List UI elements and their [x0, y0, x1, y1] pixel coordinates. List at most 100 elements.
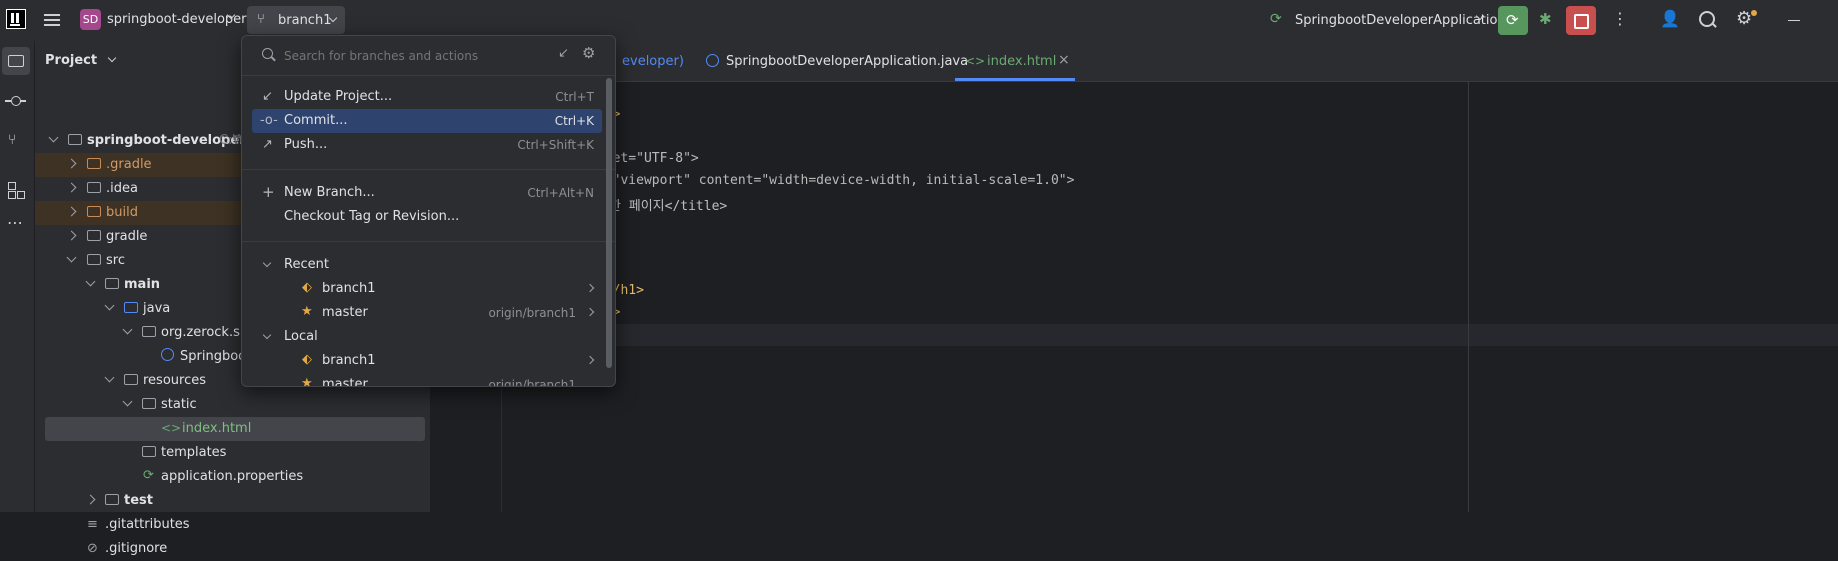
local-branch-branch1[interactable]: ⬖ branch1 [252, 349, 602, 373]
spring-class-icon [161, 348, 174, 361]
pull-requests-tool-button[interactable]: ⑂ [2, 127, 30, 155]
gear-icon[interactable]: ⚙ [582, 44, 595, 62]
structure-tool-button[interactable] [2, 176, 30, 204]
tree-item-gitignore[interactable]: ⊘ .gitignore [35, 537, 430, 561]
debug-button[interactable]: ✱ [1536, 9, 1558, 31]
branch-tag-icon: ⬖ [302, 280, 312, 295]
rerun-button[interactable]: ⟳ [1498, 6, 1528, 35]
code-line: e="viewport" content="width=device-width… [597, 173, 1075, 188]
tracking-branch: origin/branch1 [488, 378, 576, 387]
project-switcher[interactable]: SD springboot-developer [80, 9, 247, 32]
tab-label[interactable]: eveloper) [622, 54, 684, 69]
add-user-icon[interactable]: 👤 [1660, 9, 1680, 28]
tracking-branch: origin/branch1 [488, 306, 576, 320]
recent-branch-branch1[interactable]: ⬖ branch1 [252, 277, 602, 301]
tree-item-gitattributes[interactable]: ≡ .gitattributes [35, 513, 430, 537]
properties-file-icon: ⟳ [143, 468, 154, 483]
project-tool-button[interactable] [2, 47, 30, 75]
resources-folder-icon [124, 374, 138, 385]
tab-application-java[interactable]: SpringbootDeveloperApplication.java [706, 41, 968, 81]
star-icon: ★ [301, 304, 313, 319]
tree-item-index-html[interactable]: <> index.html [45, 417, 425, 441]
popup-search-bar[interactable]: ↙ ⚙ [242, 36, 615, 74]
tree-item-label: src [106, 253, 125, 268]
html-file-icon: <> [161, 421, 182, 435]
pull-request-icon: ⑂ [8, 132, 17, 148]
chevron-right-icon [585, 283, 595, 293]
group-label: Local [284, 329, 318, 344]
folder-icon [87, 230, 101, 241]
stop-button[interactable] [1566, 6, 1596, 35]
menu-item-shortcut: Ctrl+T [555, 90, 594, 104]
branch-tag-icon: ⬖ [302, 352, 312, 367]
spring-class-icon [706, 54, 719, 67]
git-branch-icon: ⑂ [257, 12, 265, 27]
menu-item-label: Update Project... [284, 89, 393, 104]
bug-icon: ✱ [1539, 10, 1552, 28]
recent-group-header[interactable]: Recent [252, 253, 602, 277]
branch-label: master [322, 305, 368, 320]
editor-area[interactable] [431, 41, 1838, 512]
run-config-selector[interactable]: ⟳ SpringbootDeveloperApplication [1270, 9, 1506, 32]
chevron-down-icon [122, 396, 133, 407]
stop-icon [1574, 14, 1589, 29]
menu-item-label: Checkout Tag or Revision... [284, 209, 460, 224]
new-branch-item[interactable]: + New Branch... Ctrl+Alt+N [252, 181, 602, 205]
chevron-right-icon [585, 355, 595, 365]
chevron-down-icon [104, 300, 115, 311]
chevron-down-icon [122, 324, 133, 335]
collapse-icon[interactable]: ↙ [558, 46, 569, 61]
tree-item-static[interactable]: static [35, 393, 430, 417]
update-project-item[interactable]: ↙ Update Project... Ctrl+T [252, 85, 602, 109]
tree-item-application-properties[interactable]: ⟳ application.properties [35, 465, 430, 489]
spring-boot-icon: ⟳ [1270, 11, 1282, 27]
right-margin-guide [1468, 81, 1469, 512]
branch-widget[interactable]: ⑂ branch1 [247, 6, 345, 34]
ignore-file-icon: ⊘ [87, 541, 98, 556]
tree-item-label: .gitattributes [105, 517, 190, 532]
tree-item-label: .idea [106, 181, 138, 196]
branch-label: master [322, 377, 368, 387]
menu-item-shortcut: Ctrl+K [554, 114, 594, 128]
menu-item-label: Commit... [284, 113, 348, 128]
tree-item-label: .gradle [106, 157, 152, 172]
branch-search-input[interactable] [282, 46, 546, 66]
tool-window-strip: ⑂ ⋯ [0, 41, 35, 512]
menu-item-shortcut: Ctrl+Shift+K [517, 138, 594, 152]
chevron-right-icon [66, 206, 77, 217]
minimize-icon[interactable] [1788, 20, 1800, 21]
tab-index-html[interactable]: <> index.html × [955, 41, 1075, 81]
branch-label: branch1 [322, 353, 376, 368]
search-icon[interactable] [1699, 11, 1717, 28]
tree-item-label: test [124, 493, 153, 508]
tab-label: SpringbootDeveloperApplication.java [726, 54, 969, 69]
checkout-tag-item[interactable]: Checkout Tag or Revision... [252, 205, 602, 229]
commit-tool-button[interactable] [2, 87, 30, 115]
tree-item-templates[interactable]: templates [35, 441, 430, 465]
menu-item-shortcut: Ctrl+Alt+N [527, 186, 594, 200]
menu-item-label: New Branch... [284, 185, 375, 200]
push-item[interactable]: ↗ Push... Ctrl+Shift+K [252, 133, 602, 157]
local-group-header[interactable]: Local [252, 325, 602, 349]
more-actions-icon[interactable]: ⋮ [1612, 9, 1628, 28]
folder-icon [87, 182, 101, 193]
group-label: Recent [284, 257, 329, 272]
commit-icon: -o- [260, 113, 278, 128]
popup-scrollbar[interactable] [606, 78, 612, 368]
more-tools-icon[interactable]: ⋯ [7, 213, 23, 232]
tree-item-label: .gitignore [105, 541, 168, 556]
local-branch-master[interactable]: ★ master origin/branch1 [252, 373, 602, 387]
folder-icon [87, 206, 101, 217]
app-logo-icon[interactable] [6, 9, 26, 29]
tree-item-test[interactable]: test [35, 489, 430, 513]
project-panel-header[interactable]: Project [45, 53, 117, 68]
commit-item[interactable]: -o- Commit... Ctrl+K [252, 109, 602, 133]
html-file-icon: <> [965, 54, 986, 68]
close-icon[interactable]: × [1058, 52, 1070, 68]
gear-icon[interactable]: ⚙ [1736, 8, 1752, 29]
chevron-right-icon [585, 307, 595, 317]
tree-item-label: templates [161, 445, 227, 460]
recent-branch-master[interactable]: ★ master origin/branch1 [252, 301, 602, 325]
tree-item-label: java [143, 301, 171, 316]
main-menu-icon[interactable] [44, 13, 60, 27]
